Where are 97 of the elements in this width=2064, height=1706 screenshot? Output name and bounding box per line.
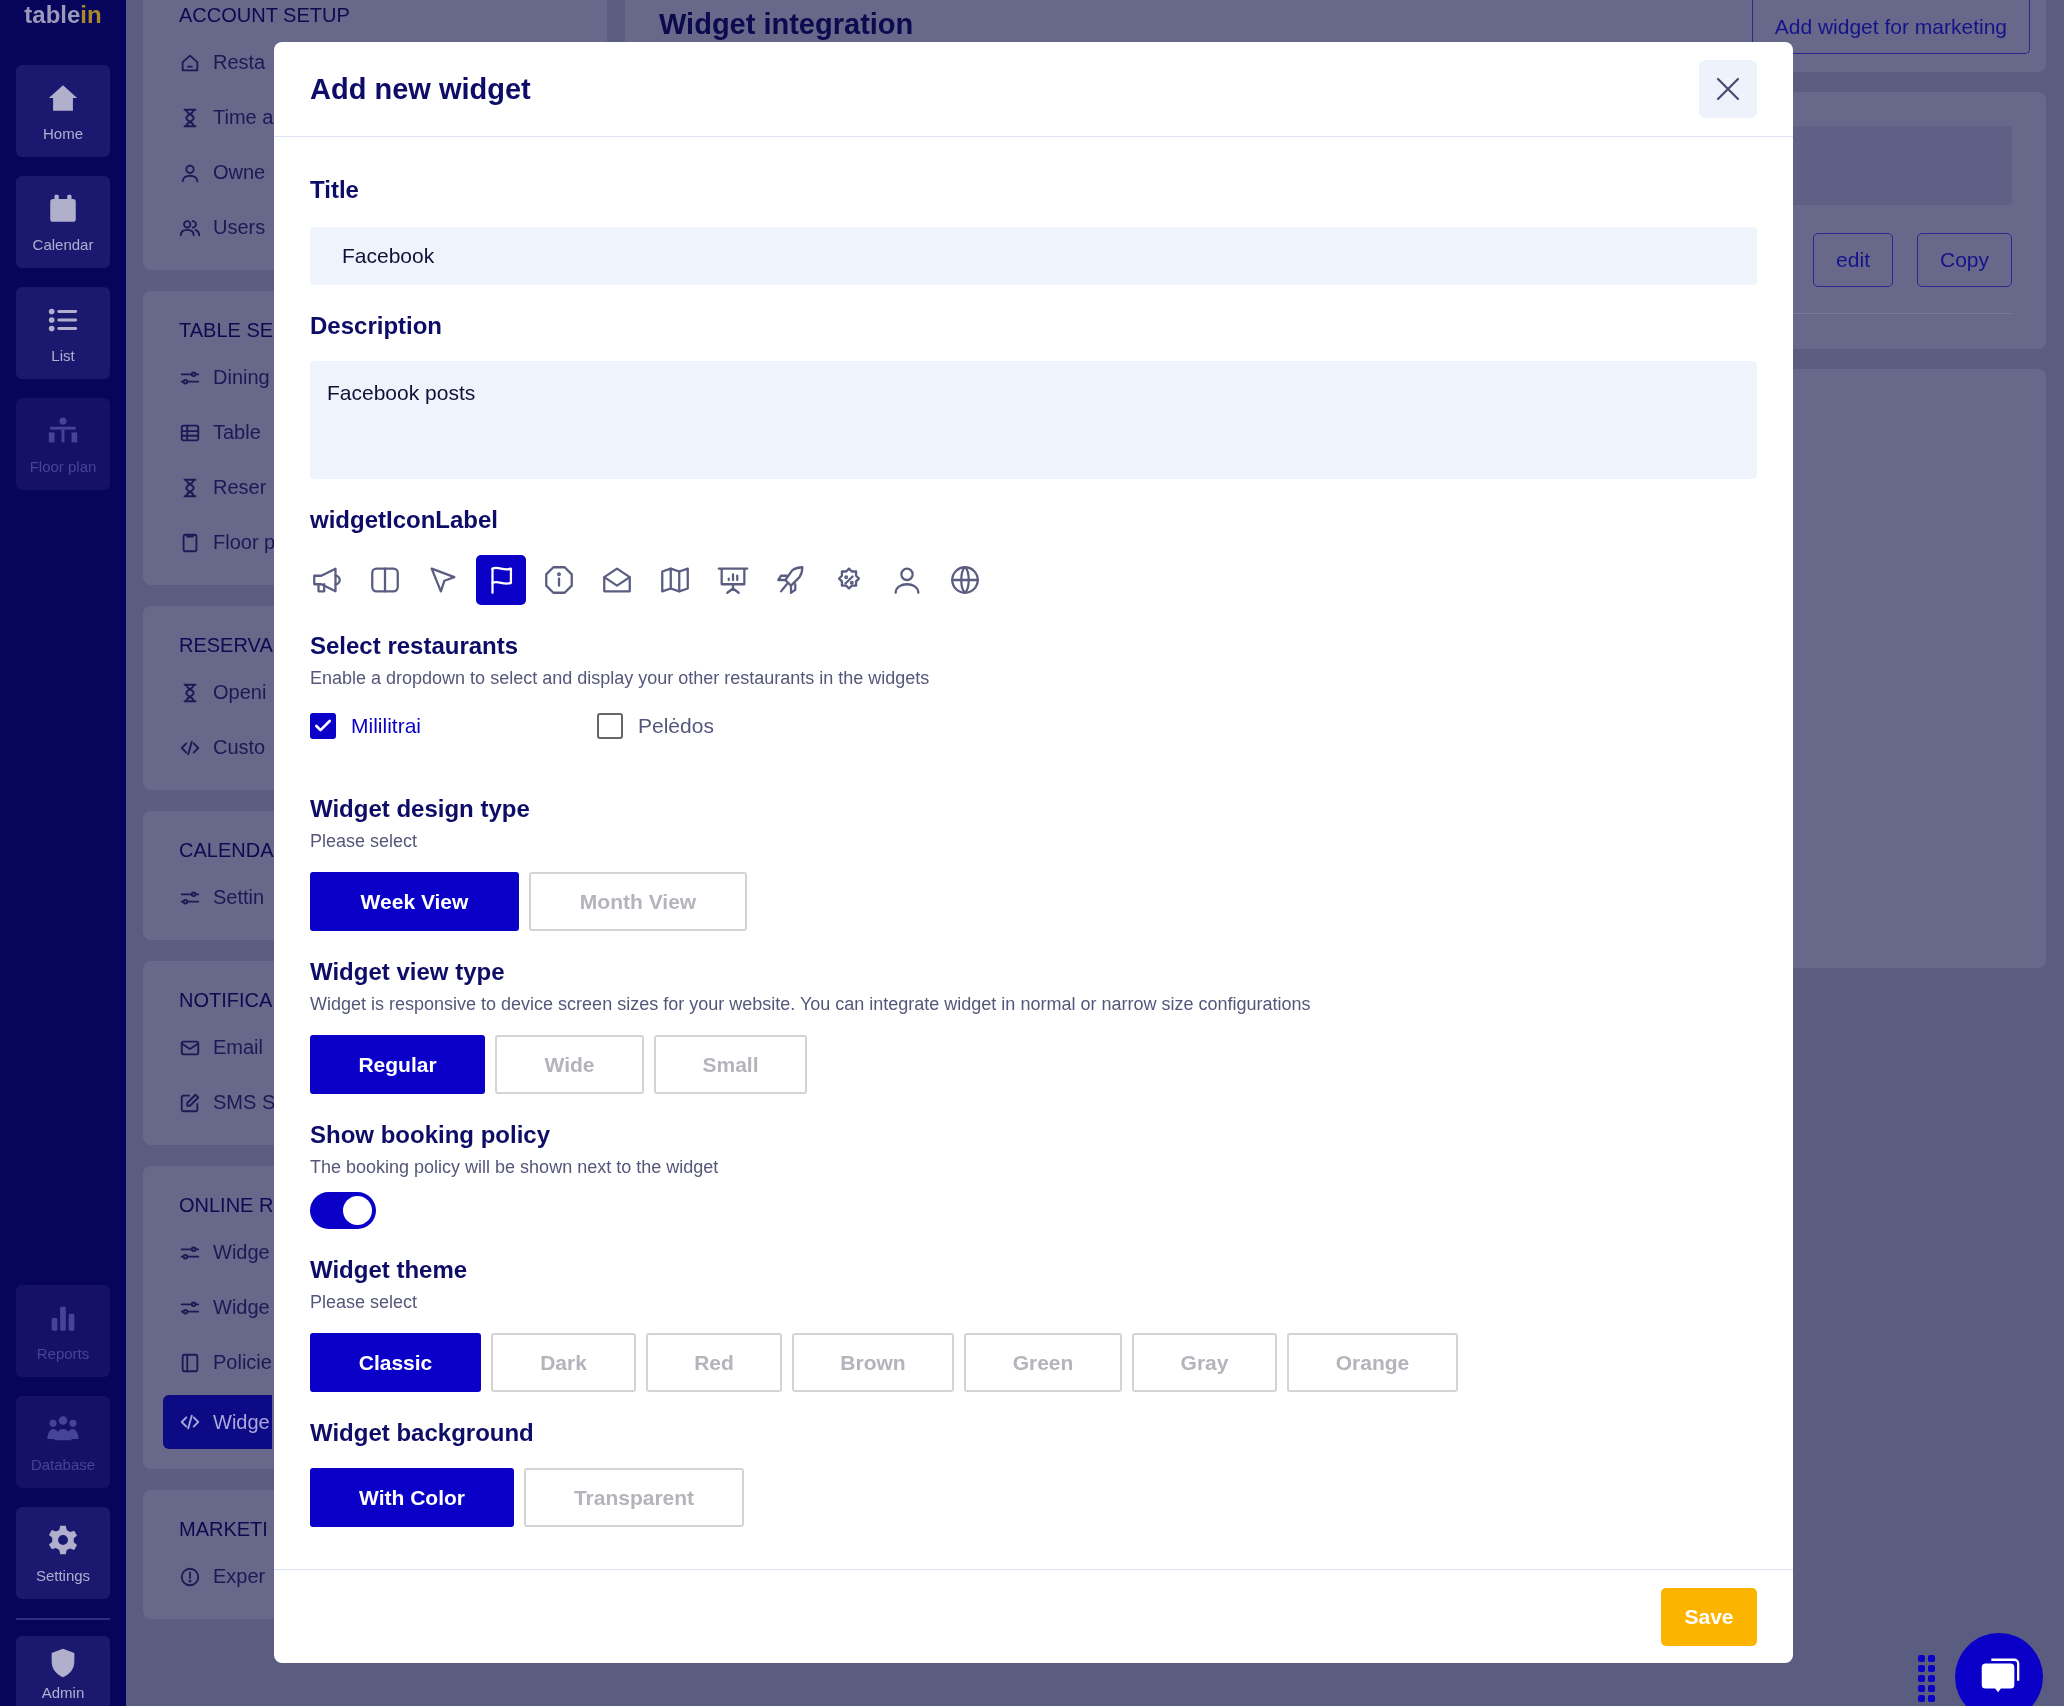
- option-button[interactable]: Gray: [1132, 1333, 1277, 1392]
- pencil-square-icon: [179, 1091, 201, 1114]
- copy-button[interactable]: Copy: [1916, 233, 2012, 287]
- nav-item[interactable]: Settings: [16, 1507, 110, 1599]
- option-button[interactable]: Green: [964, 1333, 1122, 1392]
- panel-icon: [179, 1351, 201, 1374]
- menu-item-label: Widge: [213, 1296, 270, 1319]
- nav-item[interactable]: List: [16, 287, 110, 379]
- menu-item-label: Time a: [213, 106, 274, 129]
- checkbox[interactable]: [597, 713, 623, 739]
- menu-item-label: Exper: [213, 1565, 266, 1588]
- option-button[interactable]: Small: [654, 1035, 807, 1094]
- checkbox-label: Mililitrai: [351, 714, 421, 738]
- menu-item-label: Reser: [213, 476, 267, 499]
- dialog-title: Add new widget: [310, 72, 531, 106]
- option-button[interactable]: Dark: [491, 1333, 636, 1392]
- toggle-switch[interactable]: [310, 1192, 376, 1229]
- menu-item-label: Table: [213, 421, 261, 444]
- drag-handle-icon[interactable]: [1918, 1655, 1935, 1702]
- hint-text: The booking policy will be shown next to the widget: [310, 1156, 720, 1178]
- logo: tablein: [24, 0, 102, 30]
- section-heading: TABLE SE: [179, 318, 274, 343]
- menu-item[interactable]: Widge: [163, 1230, 270, 1275]
- menu-item-label: Floor p: [213, 531, 276, 554]
- nav-item[interactable]: Home: [16, 65, 110, 157]
- title-input[interactable]: Facebook: [310, 227, 1757, 285]
- field-label: Widget theme: [310, 1255, 469, 1285]
- option-button[interactable]: Red: [646, 1333, 782, 1392]
- menu-item[interactable]: Time a: [163, 95, 274, 140]
- section-heading: ACCOUNT SETUP: [179, 3, 350, 28]
- field-label: Description: [310, 311, 444, 341]
- hint-text: Please select: [310, 1291, 419, 1313]
- menu-item[interactable]: Widge: [163, 1285, 270, 1330]
- menu-item[interactable]: Email: [163, 1025, 263, 1070]
- menu-item[interactable]: Widge: [163, 1395, 272, 1449]
- section-heading: ONLINE R: [179, 1193, 274, 1218]
- globe-icon: [948, 563, 982, 597]
- edit-button[interactable]: edit: [1813, 233, 1893, 287]
- field-label: widgetIconLabel: [310, 505, 499, 535]
- option-button[interactable]: Month View: [529, 872, 747, 931]
- nav-item[interactable]: Admin: [16, 1636, 110, 1706]
- option-button[interactable]: Brown: [792, 1333, 954, 1392]
- menu-item[interactable]: Owne: [163, 150, 266, 195]
- menu-item-label: Email: [213, 1036, 263, 1059]
- icon-option[interactable]: [476, 555, 526, 605]
- menu-item-label: Policie: [213, 1351, 272, 1374]
- menu-item[interactable]: Dining: [163, 355, 270, 400]
- menu-item-label: Users: [213, 216, 266, 239]
- menu-item-label: Custo: [213, 736, 266, 759]
- option-button[interactable]: Wide: [495, 1035, 644, 1094]
- section-heading: RESERVA: [179, 633, 273, 658]
- section-heading: NOTIFICA: [179, 988, 273, 1013]
- option-button[interactable]: Transparent: [524, 1468, 744, 1527]
- menu-item-label: Openi: [213, 681, 267, 704]
- menu-item-label: Resta: [213, 51, 266, 74]
- menu-item-label: Settin: [213, 886, 265, 909]
- exclamation-circle-icon: [179, 1565, 201, 1588]
- field-label: Widget background: [310, 1418, 535, 1448]
- option-button[interactable]: Week View: [310, 872, 519, 931]
- menu-item[interactable]: Users: [163, 205, 266, 250]
- save-button[interactable]: Save: [1661, 1588, 1757, 1646]
- field-label: Widget view type: [310, 957, 506, 987]
- description-input[interactable]: Facebook posts: [310, 361, 1757, 479]
- nav-item[interactable]: Calendar: [16, 176, 110, 268]
- menu-item-label: SMS S: [213, 1091, 276, 1114]
- section-heading: MARKETI: [179, 1517, 268, 1542]
- info-icon: [542, 563, 576, 597]
- field-label: Select restaurants: [310, 631, 520, 661]
- option-button[interactable]: Regular: [310, 1035, 485, 1094]
- menu-item[interactable]: Exper: [163, 1554, 266, 1599]
- menu-item[interactable]: Openi: [163, 670, 267, 715]
- menu-item[interactable]: Floor p: [163, 520, 276, 565]
- checkbox[interactable]: [310, 713, 336, 739]
- menu-item[interactable]: Resta: [163, 40, 266, 85]
- menu-item[interactable]: Reser: [163, 465, 267, 510]
- menu-item[interactable]: Policie: [163, 1340, 272, 1385]
- checkbox-label: Pelėdos: [638, 714, 714, 738]
- menu-item[interactable]: SMS S: [163, 1080, 276, 1125]
- menu-item-label: Widge: [213, 1241, 270, 1264]
- hint-text: Enable a dropdown to select and display your other restaurants in the widgets: [310, 667, 931, 689]
- field-label: Title: [310, 175, 360, 205]
- hint-text: Please select: [310, 830, 419, 852]
- menu-item[interactable]: Table: [163, 410, 261, 455]
- menu-item-label: Owne: [213, 161, 266, 184]
- field-label: Widget design type: [310, 794, 531, 824]
- field-label: Show booking policy: [310, 1120, 551, 1150]
- hint-text: Widget is responsive to device screen sizes for your website. You can integrate widget in normal or narrow size configurations: [310, 993, 1312, 1015]
- option-button[interactable]: Classic: [310, 1333, 481, 1392]
- section-heading: CALENDA: [179, 838, 274, 863]
- menu-item[interactable]: Settin: [163, 875, 265, 920]
- menu-item-label: Widge: [213, 1410, 270, 1434]
- option-button[interactable]: Orange: [1287, 1333, 1458, 1392]
- menu-item-label: Dining: [213, 366, 270, 389]
- page-title: Widget integration: [659, 8, 914, 41]
- menu-item[interactable]: Custo: [163, 725, 266, 770]
- close-button[interactable]: [1699, 60, 1757, 118]
- option-button[interactable]: With Color: [310, 1468, 514, 1527]
